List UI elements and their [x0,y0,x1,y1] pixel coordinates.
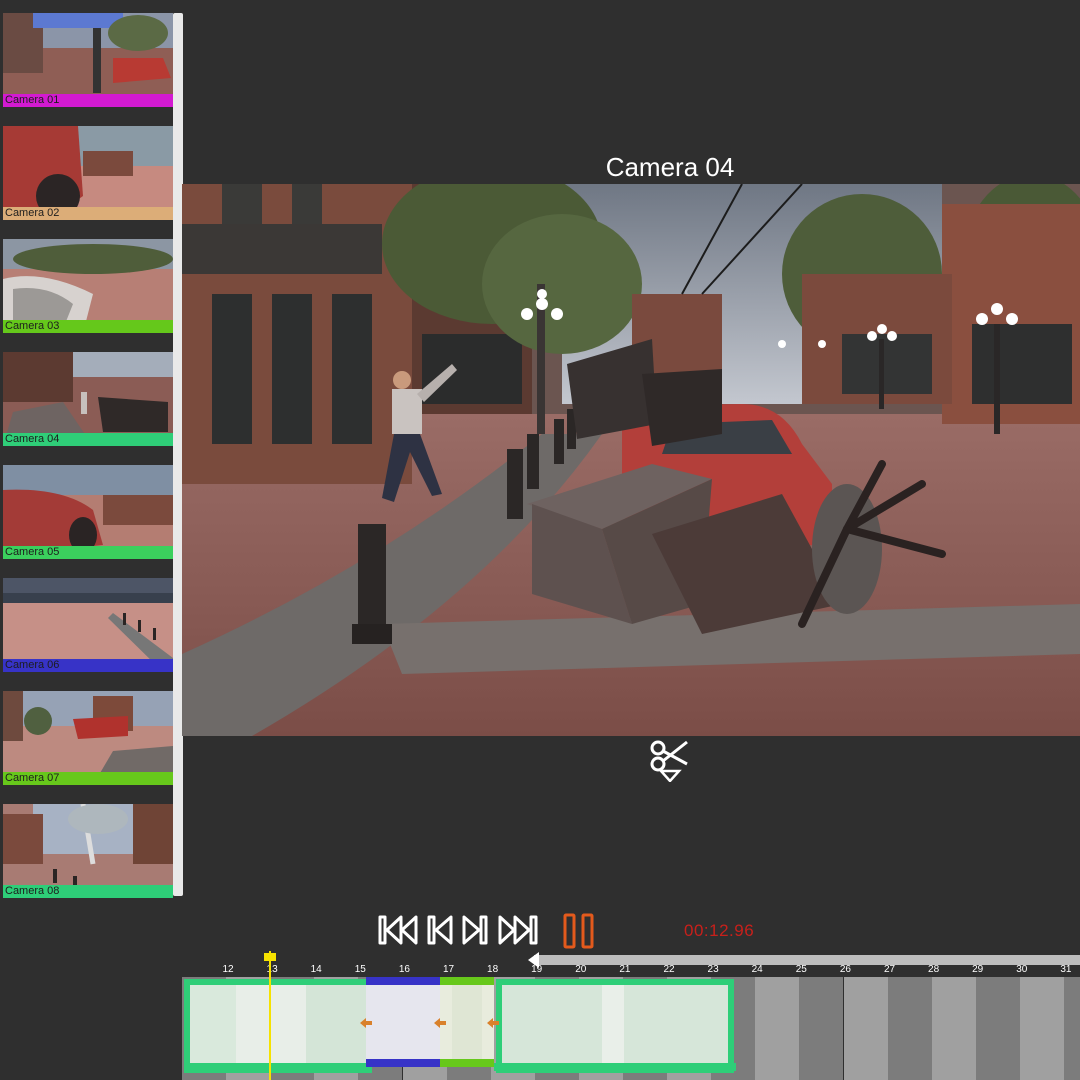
timeline-stripe [799,977,844,1080]
timecode: 00:12.96 [684,921,755,940]
timeline-tick-label: 14 [310,964,322,975]
skip-to-start-icon [378,915,418,945]
timeline-stripe [975,977,1020,1080]
transition-handle[interactable] [434,1015,446,1028]
timeline-tick-label: 23 [707,964,719,975]
timeline-stripe [755,977,800,1080]
step-forward-icon [462,915,488,945]
pause-icon [563,913,594,949]
clip-camera-08-bottom-bar [494,1063,736,1071]
camera-label: Camera 06 [3,659,173,672]
timeline-stripe [931,977,976,1080]
skip-to-start-button[interactable] [377,913,419,947]
camera-scene-image [182,184,1080,736]
camera-item-camera-04[interactable]: Camera 04 [3,352,173,464]
camera-label: Camera 05 [3,546,173,559]
transition-handle[interactable] [487,1015,499,1028]
timeline-tick-label: 26 [839,964,851,975]
camera-label: Camera 08 [3,885,173,898]
camera-thumbnail [3,239,173,333]
camera-item-camera-08[interactable]: Camera 08 [3,804,173,916]
pause-button[interactable] [561,913,597,949]
clip-camera-08[interactable] [496,979,734,1073]
timeline-tick-label: 19 [531,964,543,975]
timeline-tick-label: 28 [928,964,940,975]
timeline-stripe [1019,977,1064,1080]
transition-arrow-icon [487,1018,499,1028]
timeline-tick-label: 25 [795,964,807,975]
scrub-bar[interactable] [534,955,1080,965]
camera-item-camera-01[interactable]: Camera 01 [3,13,173,125]
timeline-stripe [887,977,932,1080]
timeline-tick-label: 22 [663,964,675,975]
scissors-icon [650,740,688,783]
camera-item-camera-03[interactable]: Camera 03 [3,239,173,351]
skip-to-end-button[interactable] [497,913,539,947]
clip-camera-07[interactable] [440,977,494,1067]
camera-label: Camera 03 [3,320,173,333]
camera-item-camera-05[interactable]: Camera 05 [3,465,173,577]
timeline[interactable]: 12 13 14 15 16 17 18 19 20 21 22 23 24 25 26 27 28 29 30 31 [182,951,1080,1080]
camera-label: Camera 01 [3,94,173,107]
timeline-stripe [843,977,888,1080]
timeline-tick-label: 31 [1060,964,1072,975]
timeline-tick-label: 24 [751,964,763,975]
timeline-tick-label: 16 [398,964,410,975]
camera-viewer[interactable] [182,184,1080,736]
camera-thumbnail [3,465,173,559]
skip-to-end-icon [498,915,538,945]
step-back-button[interactable] [426,913,454,947]
camera-item-camera-02[interactable]: Camera 02 [3,126,173,238]
timeline-tick-label: 30 [1016,964,1028,975]
timeline-tick-label: 20 [575,964,587,975]
camera-thumbnail [3,691,173,785]
timeline-tick-label: 18 [487,964,499,975]
transition-arrow-icon [360,1018,372,1028]
transition-arrow-icon [434,1018,446,1028]
camera-thumbnail [3,126,173,220]
clip-camera-04-bottom-bar [184,1063,372,1071]
timeline-tick-label: 29 [972,964,984,975]
cut-button[interactable] [649,738,691,783]
camera-item-camera-06[interactable]: Camera 06 [3,578,173,690]
camera-thumbnail [3,578,173,672]
playhead-handle[interactable] [264,953,276,961]
step-forward-button[interactable] [461,913,489,947]
transition-handle[interactable] [360,1015,372,1028]
camera-list[interactable]: Camera 01 Camera 02 Camera 03 Camera 04 Came… [3,13,173,898]
camera-thumbnail [3,13,173,107]
timeline-tick-label: 17 [442,964,455,975]
camera-thumbnail [3,352,173,446]
camera-label: Camera 02 [3,207,173,220]
timeline-stripe [1064,977,1080,1080]
timeline-tick-label: 21 [619,964,631,975]
timeline-tick-label: 15 [354,964,366,975]
step-back-icon [427,915,453,945]
clip-camera-04[interactable] [184,979,372,1073]
timeline-tick-label: 12 [222,964,234,975]
camera-thumbnail [3,804,173,898]
camera-item-camera-07[interactable]: Camera 07 [3,691,173,803]
timeline-tick-label: 27 [883,964,896,975]
camera-label: Camera 04 [3,433,173,446]
timeline-track[interactable] [182,977,1080,1080]
playhead[interactable] [269,951,271,1080]
camera-label: Camera 07 [3,772,173,785]
clip-camera-06[interactable] [366,977,440,1067]
viewer-title: Camera 04 [605,152,735,182]
